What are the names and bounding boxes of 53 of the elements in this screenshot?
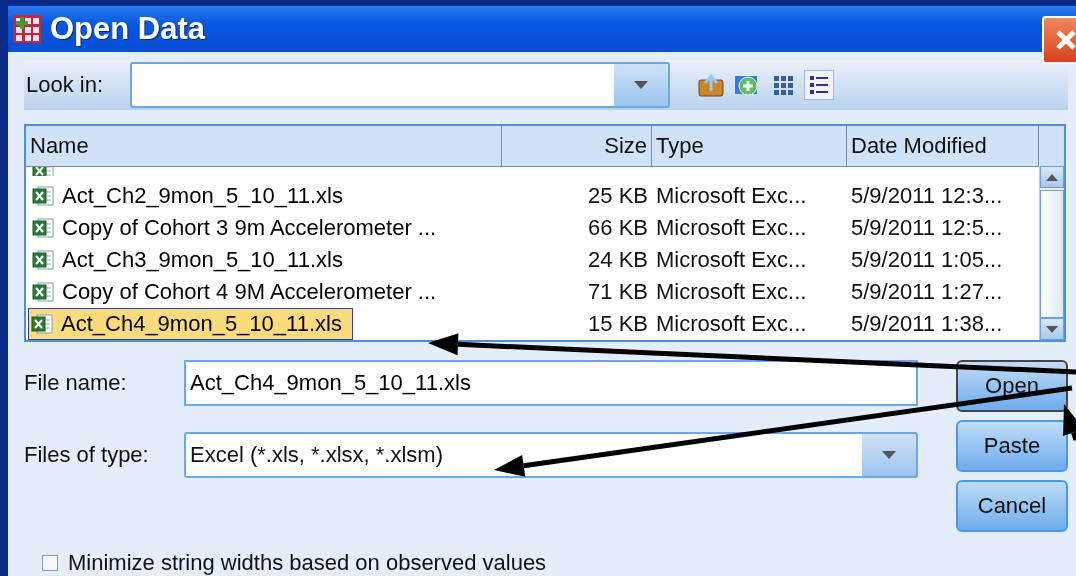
size-cell-text: 15 KB bbox=[587, 311, 649, 337]
spreadsheet-icon bbox=[32, 186, 54, 206]
up-folder-icon bbox=[698, 73, 724, 97]
size-cell-text: 66 KB bbox=[587, 215, 649, 241]
look-in-label: Look in: bbox=[25, 72, 105, 98]
column-header[interactable]: Date Modified bbox=[847, 126, 1039, 166]
column-header[interactable]: Name bbox=[26, 126, 502, 166]
details-view-icon bbox=[808, 74, 830, 96]
file-name-cell[interactable]: Copy of Cohort 3 9m Accelerometer ... bbox=[60, 214, 441, 242]
type-cell-text: Microsoft Exc... bbox=[655, 311, 808, 337]
type-cell-text: Microsoft Exc... bbox=[655, 215, 808, 241]
spreadsheet-icon bbox=[32, 250, 54, 270]
close-button[interactable] bbox=[1042, 16, 1076, 64]
window-title: Open Data bbox=[50, 11, 206, 47]
file-name-label: File name: bbox=[24, 370, 128, 396]
dialog-button[interactable]: Paste bbox=[956, 420, 1068, 472]
file-type-dropdown[interactable]: Excel (*.xls, *.xlsx, *.xlsm) bbox=[184, 432, 918, 478]
file-name-field[interactable]: Act_Ch4_9mon_5_10_11.xls bbox=[184, 360, 918, 406]
date-cell-text: 5/9/2011 1:05... bbox=[850, 247, 1004, 273]
view-mode-button[interactable] bbox=[804, 70, 834, 100]
selected-file-row[interactable]: Act_Ch4_9mon_5_10_11.xls bbox=[28, 308, 353, 340]
type-cell-text: Microsoft Exc... bbox=[655, 279, 808, 305]
new-folder-icon bbox=[734, 73, 760, 97]
file-name-cell[interactable]: Act_Ch2_9mon_5_10_11.xls bbox=[60, 182, 347, 210]
list-view-icon bbox=[772, 74, 794, 96]
checkbox-label[interactable]: Minimize string widths based on observed values bbox=[68, 550, 547, 576]
size-cell-text: 24 KB bbox=[587, 247, 649, 273]
look-in-dropdown[interactable] bbox=[130, 62, 670, 108]
checkbox[interactable] bbox=[42, 555, 58, 571]
column-header[interactable]: Type bbox=[652, 126, 847, 166]
dropdown-caret-icon bbox=[634, 81, 648, 89]
file-name-cell[interactable]: Act_Ch3_9mon_5_10_11.xls bbox=[60, 246, 347, 274]
date-cell-text: 5/9/2011 12:3... bbox=[850, 183, 1004, 209]
file-type-label: Files of type: bbox=[24, 442, 150, 468]
data-grid-icon bbox=[12, 14, 42, 44]
date-cell-text: 5/9/2011 12:5... bbox=[850, 215, 1004, 241]
type-cell-text: Microsoft Exc... bbox=[655, 247, 808, 273]
type-cell-text: Microsoft Exc... bbox=[655, 183, 808, 209]
size-cell-text: 25 KB bbox=[587, 183, 649, 209]
scroll-down-icon bbox=[1046, 325, 1058, 333]
spreadsheet-icon bbox=[32, 218, 54, 238]
dropdown-caret-icon bbox=[882, 451, 896, 459]
scroll-up-icon bbox=[1046, 173, 1058, 181]
spreadsheet-icon bbox=[32, 282, 54, 302]
file-name-cell[interactable]: Copy of Cohort 4 9M Accelerometer ... bbox=[60, 278, 441, 306]
close-icon bbox=[1054, 28, 1076, 52]
date-cell-text: 5/9/2011 1:38... bbox=[850, 311, 1004, 337]
spreadsheet-icon bbox=[31, 314, 53, 334]
size-cell-text: 71 KB bbox=[587, 279, 649, 305]
column-header[interactable]: Size bbox=[502, 126, 652, 166]
scrollbar[interactable] bbox=[1039, 166, 1064, 340]
dialog-button[interactable]: Cancel bbox=[956, 480, 1068, 532]
date-cell-text: 5/9/2011 1:27... bbox=[850, 279, 1004, 305]
